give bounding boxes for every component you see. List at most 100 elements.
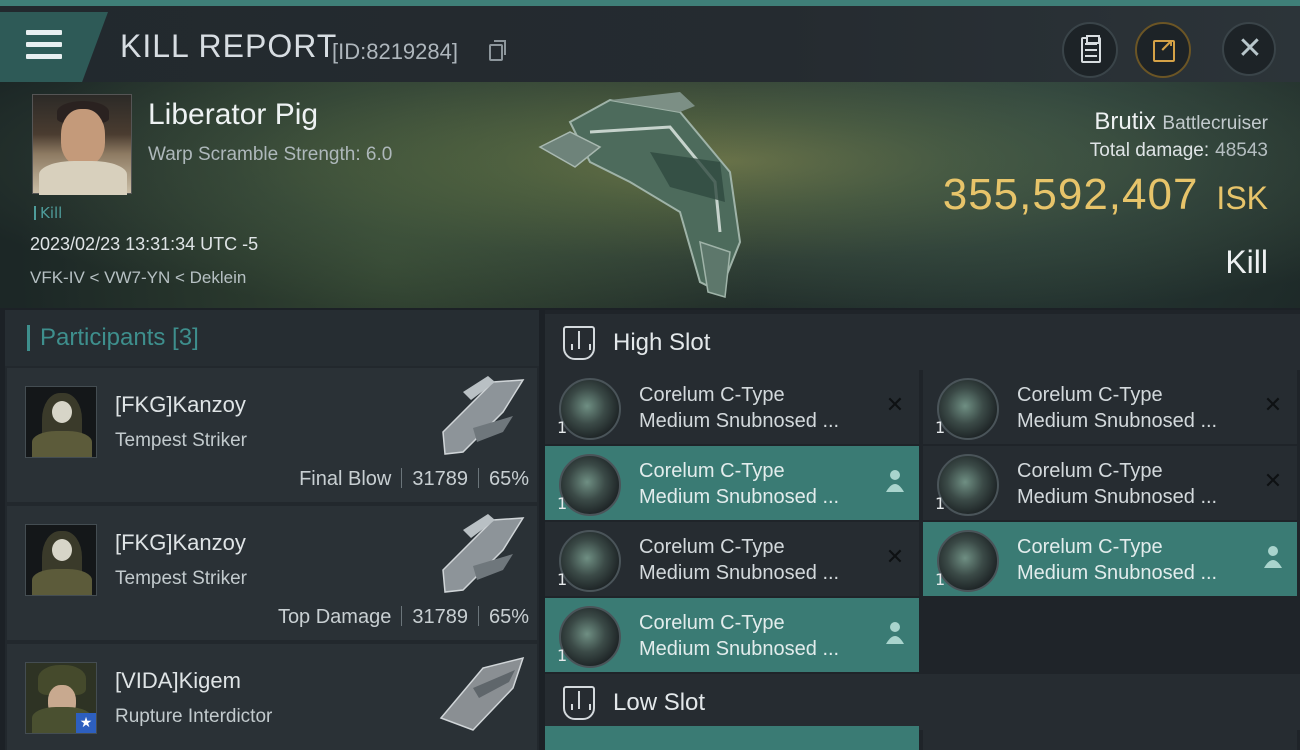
participant-card[interactable]: [FKG]Kanzoy Tempest Striker Top Damage 31… [7, 506, 537, 640]
share-icon [1153, 36, 1175, 62]
module-icon [937, 454, 999, 516]
participant-name: [FKG]Kanzoy [115, 392, 246, 417]
isk-unit: ISK [1216, 180, 1268, 216]
module-item[interactable]: 1 Corelum C-Type Medium Snubnosed ... [545, 446, 919, 520]
participant-avatar[interactable]: ★ [25, 662, 97, 734]
participant-card[interactable]: ★ [VIDA]Kigem Rupture Interdictor [7, 644, 537, 750]
participant-name: [FKG]Kanzoy [115, 530, 246, 555]
module-quantity: 1 [935, 494, 946, 513]
module-quantity: 1 [935, 570, 946, 589]
copy-icon[interactable] [489, 40, 506, 61]
destroyed-x-icon: ✕ [885, 393, 905, 418]
module-item[interactable]: 1 Corelum C-Type Medium Snubnosed ... [923, 522, 1297, 596]
clipboard-icon [1081, 35, 1101, 63]
participants-header: Participants [3] [5, 310, 539, 366]
module-quantity: 1 [935, 418, 946, 437]
fittings-panel: High Slot 1 Corelum C-Type Medium Snubnos… [545, 310, 1300, 750]
module-name: Corelum C-Type Medium Snubnosed ... [639, 536, 840, 584]
module-quantity: 1 [557, 418, 568, 437]
close-icon: ✕ [1237, 31, 1263, 66]
dropped-person-icon [883, 468, 907, 496]
participant-percent: 65% [488, 468, 529, 490]
high-slot-icon [563, 326, 595, 360]
star-icon: ★ [76, 713, 96, 733]
participant-avatar[interactable] [25, 386, 97, 458]
high-slot-header: High Slot [545, 314, 1300, 370]
participant-card[interactable]: [FKG]Kanzoy Tempest Striker Final Blow 31… [7, 368, 537, 502]
module-quantity: 1 [557, 646, 568, 665]
participants-title: Participants [3] [27, 325, 199, 351]
module-icon [937, 378, 999, 440]
report-id: [ID:8219284] [332, 39, 458, 64]
share-button[interactable] [1135, 22, 1191, 78]
victim-ship-image[interactable] [530, 92, 760, 302]
warp-scramble-strength: Warp Scramble Strength: 6.0 [148, 144, 393, 165]
high-slot-title: High Slot [613, 329, 711, 356]
menu-button[interactable] [0, 12, 108, 82]
participant-role: Final Blow [299, 468, 392, 490]
victim-ship-name: Brutix [1094, 108, 1156, 135]
module-item[interactable]: 1 Corelum C-Type Medium Snubnosed ... ✕ [545, 522, 919, 596]
module-item[interactable]: 1 Corelum C-Type Medium Snubnosed ... ✕ [545, 370, 919, 444]
module-item[interactable] [923, 726, 1297, 750]
kill-datetime: 2023/02/23 13:31:34 UTC -5 [30, 234, 259, 254]
total-damage-label: Total damage: [1089, 140, 1210, 161]
participant-name: [VIDA]Kigem [115, 668, 241, 693]
participant-stats: Final Blow 31789 65% [299, 468, 529, 491]
participants-panel: Participants [3] [FKG]Kanzoy Tempest Str… [5, 310, 539, 750]
module-name: Corelum C-Type Medium Snubnosed ... [1017, 384, 1218, 432]
victim-name: Liberator Pig [148, 98, 319, 131]
participant-avatar[interactable] [25, 524, 97, 596]
dropped-person-icon [883, 620, 907, 648]
participant-ship: Rupture Interdictor [115, 706, 273, 727]
victim-banner: Liberator Pig Warp Scramble Strength: 6.… [0, 82, 1300, 308]
module-item[interactable]: 1 Corelum C-Type Medium Snubnosed ... ✕ [923, 370, 1297, 444]
module-quantity: 1 [557, 570, 568, 589]
participant-stats: Top Damage 31789 65% [278, 606, 529, 629]
low-slot-header: Low Slot [545, 674, 1300, 730]
isk-value-row: 355,592,407 ISK [943, 170, 1268, 220]
kill-report-window: KILL REPORT [ID:8219284] ✕ Liberator Pig… [0, 0, 1300, 750]
participant-role: Top Damage [277, 606, 392, 628]
participant-damage: 31789 [412, 606, 468, 628]
header-bar: KILL REPORT [ID:8219284] ✕ [0, 0, 1300, 82]
module-name: Corelum C-Type Medium Snubnosed ... [639, 612, 840, 660]
hamburger-icon [26, 30, 62, 60]
module-name: Corelum C-Type Medium Snubnosed ... [1017, 460, 1218, 508]
module-icon [559, 454, 621, 516]
module-name: Corelum C-Type Medium Snubnosed ... [639, 384, 840, 432]
kill-location[interactable]: VFK-IV < VW7-YN < Deklein [30, 268, 246, 288]
participant-damage: 31789 [412, 468, 468, 490]
module-item[interactable]: 1 Corelum C-Type Medium Snubnosed ... [545, 598, 919, 672]
kill-result: Kill [1225, 244, 1268, 280]
victim-ship-class: Battlecruiser [1162, 113, 1268, 134]
module-icon [937, 530, 999, 592]
participant-percent: 65% [488, 606, 529, 628]
destroyed-x-icon: ✕ [885, 545, 905, 570]
low-slot-icon [563, 686, 595, 720]
total-damage: Total damage: 48543 [1090, 140, 1268, 162]
module-name: Corelum C-Type Medium Snubnosed ... [1017, 536, 1218, 584]
module-item[interactable] [545, 726, 919, 750]
isk-value: 355,592,407 [942, 170, 1199, 219]
module-quantity: 1 [557, 494, 568, 513]
module-item[interactable]: 1 Corelum C-Type Medium Snubnosed ... ✕ [923, 446, 1297, 520]
participant-ship-image[interactable] [433, 510, 529, 602]
participant-ship-image[interactable] [433, 648, 529, 740]
victim-ship[interactable]: Brutix Battlecruiser [1094, 108, 1268, 136]
participant-ship-image[interactable] [433, 372, 529, 464]
module-icon [559, 606, 621, 668]
low-slot-title: Low Slot [613, 689, 706, 716]
participant-ship: Tempest Striker [115, 430, 247, 451]
victim-portrait[interactable] [32, 94, 132, 195]
clipboard-button[interactable] [1062, 22, 1118, 78]
page-title: KILL REPORT [120, 28, 338, 64]
participant-ship: Tempest Striker [115, 568, 247, 589]
module-name: Corelum C-Type Medium Snubnosed ... [639, 460, 840, 508]
destroyed-x-icon: ✕ [1263, 469, 1283, 494]
module-icon [559, 378, 621, 440]
module-icon [559, 530, 621, 592]
dropped-person-icon [1261, 544, 1285, 572]
close-button[interactable]: ✕ [1222, 22, 1276, 76]
destroyed-x-icon: ✕ [1263, 393, 1283, 418]
